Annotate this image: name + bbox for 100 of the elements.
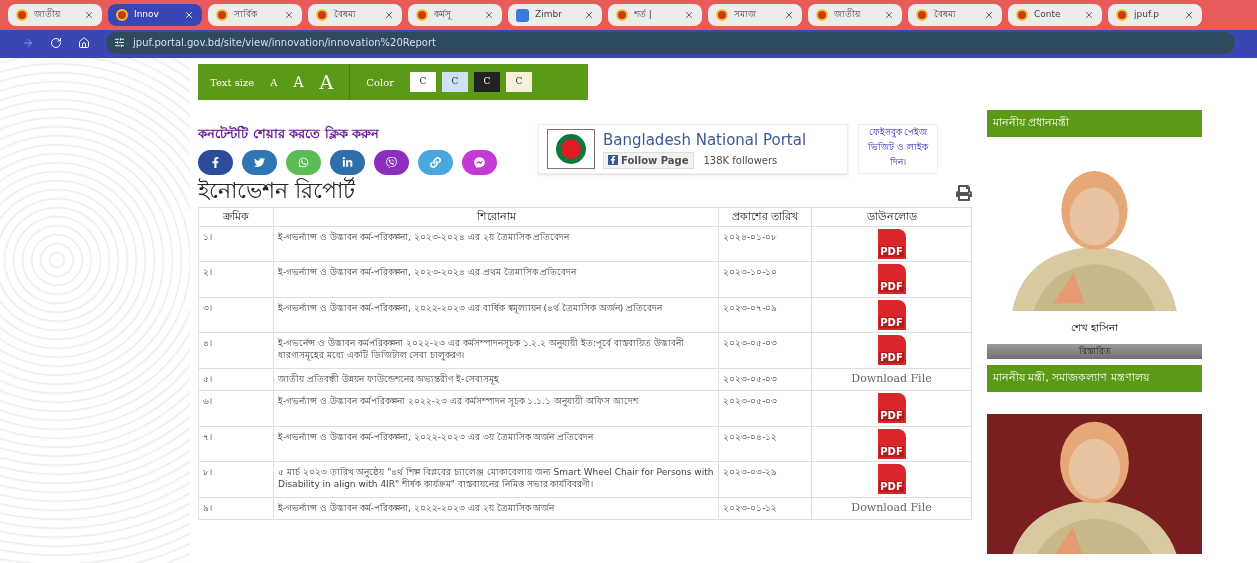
site-icon (716, 9, 728, 21)
table-cell: ২। (198, 261, 274, 297)
close-icon[interactable] (784, 10, 794, 20)
facebook-note-link[interactable]: ফেইসবুক পেইজ ভিজিট ও লাইক দিন। (858, 124, 938, 174)
site-icon (116, 9, 128, 21)
table-cell: ৩। (198, 297, 274, 333)
color-theme-button[interactable]: C (473, 72, 500, 92)
color-label: Color (366, 75, 394, 90)
site-icon (416, 9, 428, 21)
table-cell: ই-গভর্ন্যান্স ও উদ্ভাবন কর্ম-পরিকল্পনা, ২০২২-২০২৩ এর ৩য় ত্রৈমাসিক অর্জন প্রতিবেদন (273, 426, 719, 462)
close-icon[interactable] (384, 10, 394, 20)
address-field[interactable]: jpuf.portal.gov.bd/site/view/innovation/innovation%20Report (106, 31, 1235, 54)
browser-tab[interactable]: সমাজ (708, 4, 802, 26)
pdf-icon[interactable]: PDF (877, 428, 906, 459)
tab-title: সার্বিক (234, 8, 259, 22)
home-icon[interactable] (78, 36, 90, 49)
page-name-link[interactable]: Bangladesh National Portal (603, 129, 807, 152)
browser-tab[interactable]: jpuf.p (1108, 4, 1202, 26)
share-heading: কনটেন্টটি শেয়ার করতে ক্লিক করুন (198, 124, 381, 143)
site-icon (916, 9, 928, 21)
site-icon (316, 9, 328, 21)
browser-tab[interactable]: Innov (108, 4, 202, 26)
browser-tab[interactable]: জাতীয় (8, 4, 102, 26)
close-icon[interactable] (1184, 10, 1194, 20)
color-theme-button[interactable]: C (409, 72, 436, 92)
table-cell: ই-গভর্ন্যান্স ও উদ্ভাবন কর্ম-পরিকল্পনা, ২০২২-২০২৩ এর বার্ষিক স্বমূল্যায়ন (৪র্থ ত্রৈমাসিক অর্জন) প্রতিবেদন (273, 297, 719, 333)
site-icon (16, 9, 28, 21)
close-icon[interactable] (584, 10, 594, 20)
pdf-icon[interactable]: PDF (877, 335, 906, 365)
tab-title: কর্মসূ (434, 8, 453, 22)
portal-logo-icon (547, 129, 595, 169)
browser-tab[interactable]: কর্মসূ (408, 4, 502, 26)
table-cell: ২০২৩-০৭-০৯ (718, 297, 812, 333)
close-icon[interactable] (284, 10, 294, 20)
tab-title: বৈষম্য (934, 8, 957, 22)
linkedin-share-button[interactable] (330, 149, 365, 175)
table-cell: ই-গভর্ন্যান্স ও উদ্ভাবন কর্মপরিকল্পনা ২০২২-২৩ এর কর্মসম্পাদন সূচক ১.১.১ অনুযায়ী অফিস আদেশ (273, 390, 719, 426)
browser-tab[interactable]: জাতীয় (808, 4, 902, 26)
viber-share-button[interactable] (374, 149, 409, 175)
browser-tab[interactable]: সার্বিক (208, 4, 302, 26)
link-share-button[interactable] (418, 149, 453, 175)
tab-title: বৈষম্য (334, 8, 357, 22)
close-icon[interactable] (84, 10, 94, 20)
twitter-share-button[interactable] (242, 149, 277, 175)
table-cell: জাতীয় প্রতিবন্ধী উন্নয়ন ফাউন্ডেশনের অভ্যন্তরীণ ই-সেবাসমূহ (273, 368, 719, 391)
close-icon[interactable] (684, 10, 694, 20)
table-cell: ২০২৩-০৫-০৩ (718, 368, 812, 391)
close-icon[interactable] (1084, 10, 1094, 20)
site-info-icon[interactable] (114, 37, 125, 48)
messenger-icon (474, 156, 485, 168)
site-icon (816, 9, 828, 21)
pdf-icon[interactable]: PDF (877, 393, 906, 423)
site-icon (216, 9, 228, 21)
tab-title: jpuf.p (1134, 8, 1160, 22)
linkedin-icon (342, 156, 353, 168)
browser-tab[interactable]: বৈষম্য (308, 4, 402, 26)
print-icon[interactable] (956, 184, 972, 201)
tab-title: Conte (1034, 8, 1062, 22)
site-icon (1116, 9, 1128, 21)
table-cell: ই-গভর্ন্যান্স ও উদ্ভাবন কর্ম-পরিকল্পনা, ২০২৩-২০২৪ এর ২য় ত্রৈমাসিক প্রতিবেদন (273, 226, 719, 262)
color-theme-button[interactable]: C (505, 72, 532, 92)
sidebar-heading: মাননীয় প্রধানমন্ত্রী (987, 110, 1202, 137)
browser-tab[interactable]: Conte (1008, 4, 1102, 26)
browser-tab[interactable]: বৈষম্য (908, 4, 1002, 26)
facebook-icon (608, 155, 618, 166)
tab-title: সমাজ (734, 8, 757, 22)
color-theme-button[interactable]: C (441, 72, 468, 92)
text-size-label: Text size (210, 75, 255, 90)
tab-title: শর্ত | (634, 8, 653, 22)
viber-icon (386, 156, 397, 168)
whatsapp-icon (298, 156, 309, 168)
follow-page-button[interactable]: Follow Page (603, 151, 694, 169)
close-icon[interactable] (484, 10, 494, 20)
table-cell: ২০২৪-০১-০৮ (718, 226, 812, 262)
pdf-icon[interactable]: PDF (877, 228, 906, 259)
table-cell: ৪। (198, 332, 274, 368)
table-cell: ৮। (198, 461, 274, 497)
pdf-icon[interactable]: PDF (877, 299, 906, 330)
close-icon[interactable] (884, 10, 894, 20)
close-icon[interactable] (984, 10, 994, 20)
browser-tab[interactable]: Zimbr (508, 4, 602, 26)
table-cell: ই-গভর্ন্যান্স ও উদ্ভাবন কর্ম-পরিকল্পনা, ২০২২-২০২৩ এর ২য় ত্রৈমাসিক অর্জন (273, 497, 719, 520)
table-cell: ৭। (198, 426, 274, 462)
tab-title: জাতীয় (834, 8, 862, 22)
details-link[interactable]: বিস্তারিত (987, 343, 1202, 359)
table-cell: ২০২৩-১০-১০ (718, 261, 812, 297)
table-cell: ২০২৩-০৫-০৩ (718, 332, 812, 368)
close-icon[interactable] (184, 10, 194, 20)
pdf-icon[interactable]: PDF (877, 264, 906, 294)
reload-icon[interactable] (50, 36, 62, 49)
pdf-icon[interactable]: PDF (877, 464, 906, 494)
facebook-share-button[interactable] (198, 149, 233, 175)
table-cell: ৬। (198, 390, 274, 426)
browser-tab[interactable]: শর্ত | (608, 4, 702, 26)
table-cell: ই-গভর্ন্যান্স ও উদ্ভাবন কর্ম-পরিকল্পনা, ২০২৩-২০২৪ এর প্রথম ত্রৈমাসিক প্রতিবেদন (273, 261, 719, 297)
twitter-icon (254, 156, 265, 168)
table-cell: ই-গভর্নেন্স ও উদ্ভাবন কর্মপরিকল্পনা ২০২২-২৩ এর কর্মসম্পাদনসূচক ১.২.২ অনুযায়ী ইত:পূর্বে বাস্তবায়িত উদ্ভাবনী ধারণাসমূহের মধ্যে একটি ডিজিটাল সেবা চালুকরণ। (273, 332, 719, 368)
table-cell: ২০২৩-০৩-২৯ (718, 461, 812, 497)
messenger-share-button[interactable] (462, 149, 497, 175)
person-name: শেখ হাসিনা (1069, 320, 1120, 335)
